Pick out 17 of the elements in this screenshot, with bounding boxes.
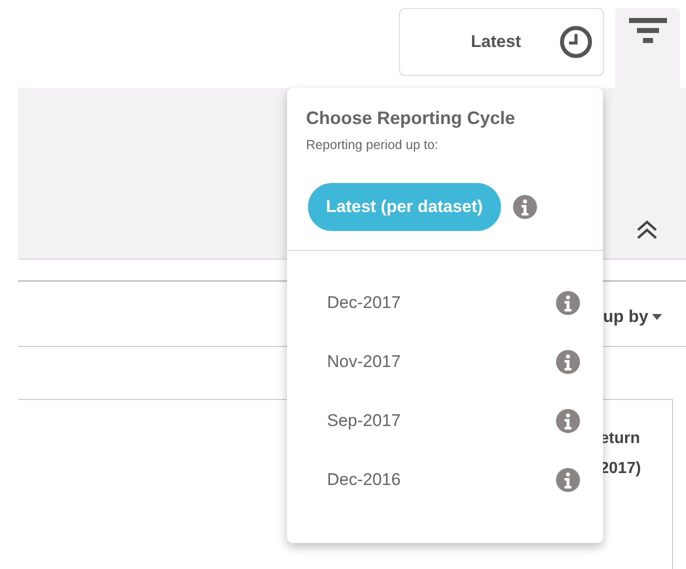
cycle-option[interactable]: Nov-2017: [327, 352, 401, 372]
filter-tab[interactable]: [615, 8, 680, 88]
popover-subtitle: Reporting period up to:: [306, 137, 438, 152]
info-icon[interactable]: [556, 290, 580, 314]
cycle-option[interactable]: Dec-2016: [327, 470, 401, 490]
double-chevron-up-icon[interactable]: [636, 220, 658, 240]
cycle-option[interactable]: Dec-2017: [327, 292, 401, 312]
cycle-option[interactable]: Sep-2017: [327, 410, 401, 430]
info-icon[interactable]: [556, 350, 580, 374]
info-icon[interactable]: [556, 468, 580, 492]
info-icon[interactable]: [556, 408, 580, 432]
caret-icon: [652, 314, 662, 320]
info-icon[interactable]: [512, 195, 537, 219]
popover-title: Choose Reporting Cycle: [306, 108, 516, 129]
group-by-dropdown[interactable]: up by: [603, 307, 662, 327]
clock-icon: [559, 25, 593, 59]
latest-button[interactable]: Latest: [399, 8, 604, 76]
